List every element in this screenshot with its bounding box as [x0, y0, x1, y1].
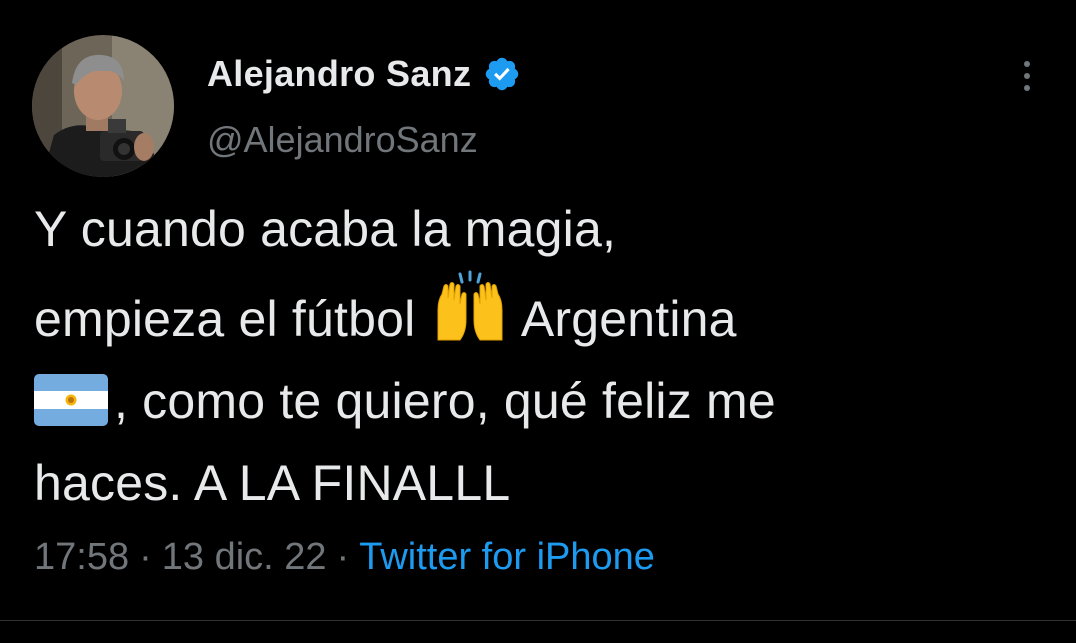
tweet-text: Y cuando acaba la magia, empieza el fútb…	[34, 188, 1034, 524]
meta-separator: ·	[139, 536, 152, 578]
author-name-row: Alejandro Sanz	[207, 52, 521, 96]
tweet-time[interactable]: 17:58	[34, 536, 129, 578]
tweet-line-2: empieza el fútbol Argentina	[34, 270, 1034, 360]
author-handle[interactable]: @AlejandroSanz	[207, 119, 478, 161]
tweet-line-1: Y cuando acaba la magia,	[34, 201, 617, 257]
meta-separator: ·	[336, 536, 350, 578]
tweet-line-3: , como te quiero, qué feliz me	[34, 360, 1034, 442]
tweet-line-3-text: , como te quiero, qué feliz me	[114, 373, 776, 429]
tweet-line-4: haces. A LA FINALLL	[34, 455, 511, 511]
more-dot-icon	[1024, 73, 1030, 79]
tweet-card: Alejandro Sanz @AlejandroSanz Y cuando a…	[0, 0, 1076, 643]
more-options-button[interactable]	[1010, 56, 1044, 96]
verified-badge-icon	[483, 55, 521, 93]
tweet-line-2-end: Argentina	[509, 291, 737, 347]
tweet-source-link[interactable]: Twitter for iPhone	[359, 536, 655, 578]
argentina-flag-icon	[34, 368, 108, 426]
divider	[0, 620, 1076, 621]
author-avatar[interactable]	[32, 35, 174, 177]
more-dot-icon	[1024, 61, 1030, 67]
avatar-photo-icon	[32, 35, 174, 177]
tweet-meta: 17:58 · 13 dic. 22 · Twitter for iPhone	[34, 536, 655, 579]
tweet-line-2-text: empieza el fútbol	[34, 291, 430, 347]
author-display-name[interactable]: Alejandro Sanz	[207, 53, 471, 95]
raising-hands-icon	[430, 270, 510, 342]
tweet-date[interactable]: 13 dic. 22	[162, 536, 327, 578]
more-dot-icon	[1024, 85, 1030, 91]
